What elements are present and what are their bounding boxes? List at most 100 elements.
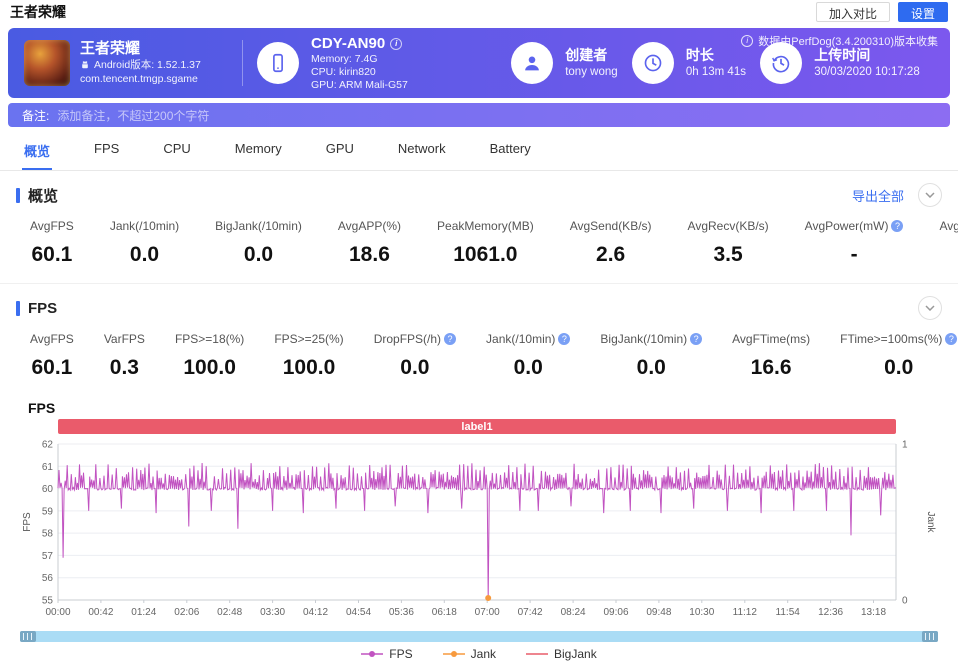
info-icon[interactable]: ?: [690, 333, 702, 345]
chart-legend: FPS Jank BigJank: [0, 642, 958, 663]
svg-text:Jank: Jank: [925, 511, 936, 533]
clock-icon: [632, 42, 674, 84]
metric-label: BigJank(/10min): [215, 219, 302, 233]
metric-value: 60.1: [31, 356, 72, 380]
export-all-link[interactable]: 导出全部: [852, 186, 904, 205]
metric-label: AvgAPP(%): [338, 219, 401, 233]
info-icon[interactable]: ?: [444, 333, 456, 345]
metric: AvgFPS 60.1: [30, 219, 74, 267]
fps-collapse-button[interactable]: [918, 296, 942, 320]
metric: AvgCTemp(℃)52.9: [939, 219, 958, 267]
svg-text:label1: label1: [461, 421, 492, 433]
metric: AvgSend(KB/s)2.6: [570, 219, 652, 267]
metric-label: AvgFPS: [30, 332, 74, 346]
metric-label: AvgCTemp(℃): [939, 219, 958, 233]
tab-network[interactable]: Network: [396, 131, 448, 170]
game-icon: [24, 40, 70, 86]
metric-value: 0.0: [514, 356, 543, 380]
tab-memory[interactable]: Memory: [233, 131, 284, 170]
duration-value: 0h 13m 41s: [686, 64, 746, 80]
legend-item-fps[interactable]: FPS: [361, 647, 412, 661]
phone-icon: [257, 42, 299, 84]
metric-label: FPS>=25(%): [274, 332, 343, 346]
svg-text:0: 0: [902, 596, 908, 607]
device-gpu: GPU: ARM Mali-G57: [311, 79, 408, 92]
svg-text:08:24: 08:24: [561, 607, 586, 618]
metric: AvgRecv(KB/s)3.5: [688, 219, 769, 267]
metric-label: AvgFTime(ms): [732, 332, 810, 346]
tab-battery[interactable]: Battery: [488, 131, 533, 170]
metric-label: FPS>=18(%): [175, 332, 244, 346]
creator-label: 创建者: [565, 46, 617, 64]
overview-section: 概览 导出全部 AvgFPS 60.1 Jank(/10min) 0.0 BigJank…: [0, 171, 958, 281]
metric-value: 100.0: [183, 356, 236, 380]
svg-text:1: 1: [902, 440, 908, 451]
creator-item: 创建者 tony wong: [511, 42, 617, 84]
device-info-icon[interactable]: i: [390, 38, 402, 50]
metric-value: 60.1: [31, 243, 72, 267]
svg-text:00:42: 00:42: [88, 607, 113, 618]
metric-label: VarFPS: [104, 332, 145, 346]
section-accent-bar: [16, 188, 20, 203]
metric-label: AvgPower(mW)?: [805, 219, 904, 233]
page-title: 王者荣耀: [10, 2, 66, 22]
svg-text:13:18: 13:18: [861, 607, 886, 618]
svg-text:09:48: 09:48: [646, 607, 671, 618]
svg-text:58: 58: [42, 529, 54, 540]
metric-value: 16.6: [751, 356, 792, 380]
info-icon: i: [741, 35, 753, 47]
tab-概览[interactable]: 概览: [22, 131, 52, 170]
chart-scrollbar[interactable]: [20, 631, 938, 642]
tab-fps[interactable]: FPS: [92, 131, 121, 170]
svg-text:06:18: 06:18: [432, 607, 457, 618]
svg-text:57: 57: [42, 551, 54, 562]
metric: BigJank(/10min)?0.0: [600, 332, 702, 380]
overview-collapse-button[interactable]: [918, 183, 942, 207]
info-icon[interactable]: ?: [558, 333, 570, 345]
scrollbar-right-handle[interactable]: [922, 631, 938, 642]
metric-label: AvgSend(KB/s): [570, 219, 652, 233]
svg-text:FPS: FPS: [22, 512, 33, 532]
tab-cpu[interactable]: CPU: [161, 131, 192, 170]
scrollbar-left-handle[interactable]: [20, 631, 36, 642]
android-version: Android版本: 1.52.1.37: [80, 58, 201, 72]
section-tabs: 概览 FPS CPU Memory GPU Network Battery: [0, 131, 958, 171]
topbar: 王者荣耀 加入对比 设置: [0, 0, 958, 24]
overview-header: 概览 导出全部: [0, 171, 958, 209]
metric-value: 0.0: [130, 243, 159, 267]
fps-line-chart-svg[interactable]: 55565758596061620100:0000:4201:2402:0602…: [20, 418, 938, 624]
metric-value: 18.6: [349, 243, 390, 267]
fps-header: FPS: [0, 284, 958, 322]
metric-label: AvgRecv(KB/s): [688, 219, 769, 233]
info-icon[interactable]: ?: [891, 220, 903, 232]
tab-gpu[interactable]: GPU: [324, 131, 356, 170]
metric-value: 0.0: [400, 356, 429, 380]
overview-title: 概览: [28, 185, 58, 206]
legend-item-jank[interactable]: Jank: [443, 647, 496, 661]
metric: Jank(/10min)?0.0: [486, 332, 570, 380]
svg-text:00:00: 00:00: [45, 607, 70, 618]
game-name: 王者荣耀: [80, 40, 201, 58]
creator-value: tony wong: [565, 64, 617, 80]
metric: BigJank(/10min)0.0: [215, 219, 302, 267]
overview-metrics: AvgFPS 60.1 Jank(/10min) 0.0 BigJank(/10min)…: [0, 209, 958, 281]
note-bar[interactable]: 备注: 添加备注，不超过200个字符: [8, 103, 950, 127]
info-icon[interactable]: ?: [945, 333, 957, 345]
metric-label: AvgFPS: [30, 219, 74, 233]
svg-text:03:30: 03:30: [260, 607, 285, 618]
device-name: CDY-AN90 i: [311, 35, 408, 53]
settings-button[interactable]: 设置: [898, 2, 948, 22]
section-accent-bar: [16, 301, 20, 316]
topbar-actions: 加入对比 设置: [816, 2, 948, 22]
svg-text:07:42: 07:42: [518, 607, 543, 618]
svg-text:12:36: 12:36: [818, 607, 843, 618]
fps-section: FPS AvgFPS60.1VarFPS0.3FPS>=18(%)100.0FP…: [0, 284, 958, 663]
metric: FTime>=100ms(%)?0.0: [840, 332, 957, 380]
metric-label: Jank(/10min): [110, 219, 179, 233]
legend-item-bigjank[interactable]: BigJank: [526, 647, 597, 661]
svg-text:59: 59: [42, 506, 54, 517]
fps-chart: 55565758596061620100:0000:4201:2402:0602…: [0, 418, 958, 629]
compare-button[interactable]: 加入对比: [816, 2, 890, 22]
svg-text:09:06: 09:06: [603, 607, 628, 618]
metric-value: -: [851, 243, 858, 267]
